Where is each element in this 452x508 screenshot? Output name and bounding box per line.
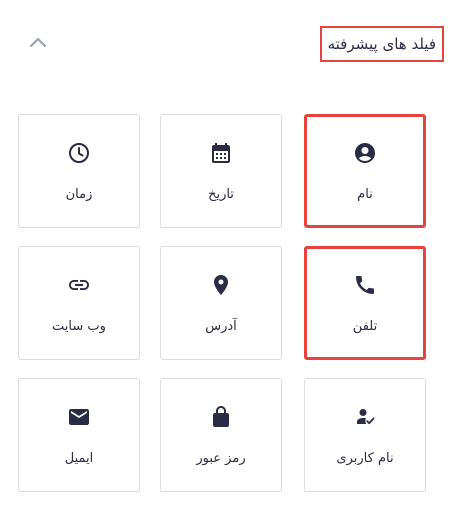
calendar-icon [209, 141, 233, 165]
user-check-icon [353, 405, 377, 429]
field-label: نام کاربری [336, 451, 394, 466]
field-tile-email[interactable]: ایمیل [18, 378, 140, 492]
phone-icon [353, 273, 377, 297]
section-title: فیلد های پیشرفته [319, 26, 444, 62]
field-tile-phone[interactable]: تلفن [304, 246, 426, 360]
account-circle-icon [353, 141, 377, 165]
advanced-fields-header: فیلد های پیشرفته [0, 0, 452, 90]
field-label: نام [357, 187, 373, 202]
field-label: زمان [65, 187, 93, 202]
field-label: تلفن [352, 319, 378, 334]
field-label: وب سایت [52, 319, 106, 334]
field-label: رمز عبور [196, 451, 246, 466]
field-tile-name[interactable]: نام [304, 114, 426, 228]
field-label: تاریخ [208, 187, 234, 202]
link-icon [67, 273, 91, 297]
field-tile-website[interactable]: وب سایت [18, 246, 140, 360]
collapse-button[interactable] [24, 30, 52, 54]
clock-icon [67, 141, 91, 165]
field-label: ایمیل [64, 451, 94, 466]
location-pin-icon [209, 273, 233, 297]
chevron-up-icon [29, 36, 47, 48]
field-tile-time[interactable]: زمان [18, 114, 140, 228]
field-tile-username[interactable]: نام کاربری [304, 378, 426, 492]
lock-icon [209, 405, 233, 429]
field-label: آدرس [205, 319, 237, 334]
mail-icon [67, 405, 91, 429]
field-tile-password[interactable]: رمز عبور [160, 378, 282, 492]
field-tile-date[interactable]: تاریخ [160, 114, 282, 228]
field-tile-address[interactable]: آدرس [160, 246, 282, 360]
